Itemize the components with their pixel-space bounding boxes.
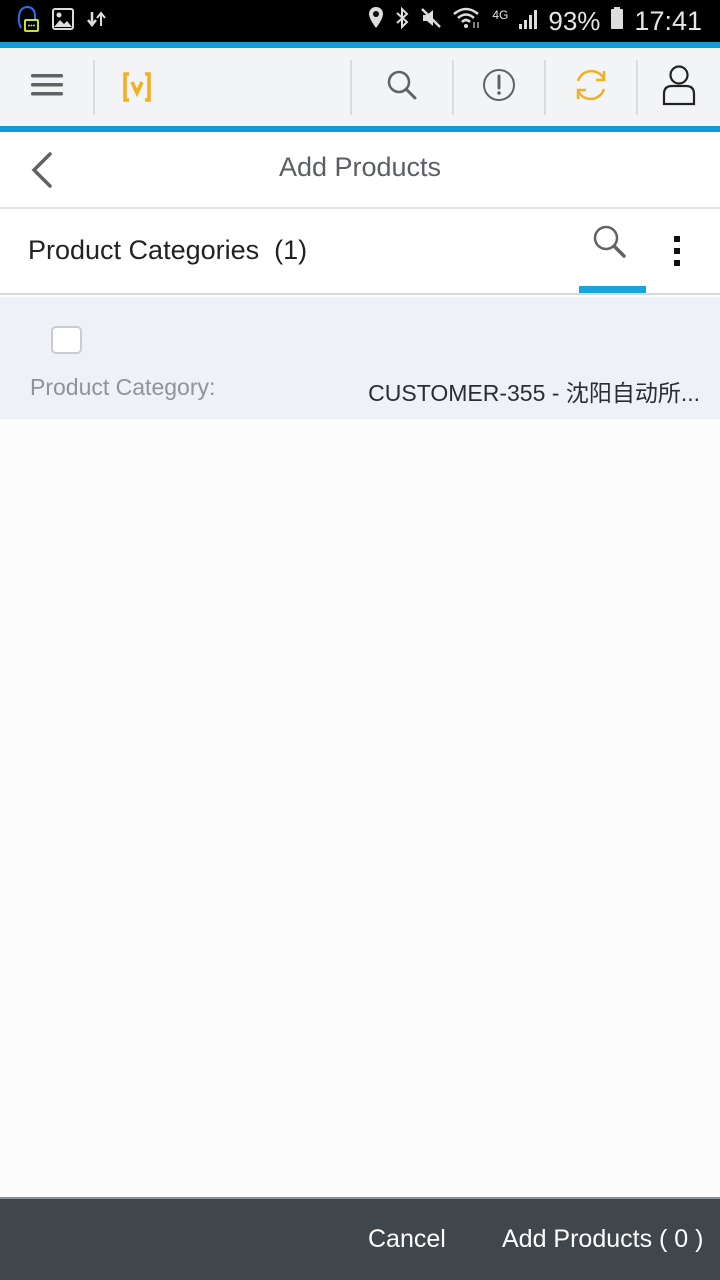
- list-count: (1): [274, 235, 308, 265]
- gallery-icon: [52, 7, 74, 35]
- app-logo[interactable]: [112, 48, 162, 126]
- profile-button[interactable]: [638, 48, 720, 126]
- assistant-notification-icon: [16, 4, 40, 39]
- menu-icon: [30, 72, 64, 103]
- search-icon: [593, 225, 626, 258]
- data-transfer-icon: [86, 8, 108, 35]
- battery-percent: 93%: [548, 5, 601, 36]
- global-search-button[interactable]: [352, 48, 452, 126]
- signal-icon: [518, 6, 538, 37]
- item-label: Product Category:: [30, 374, 216, 400]
- more-vert-icon: [674, 236, 680, 266]
- list-title-label: Product Categories: [28, 235, 260, 265]
- sync-icon: [571, 65, 611, 110]
- page-title: Add Products: [278, 152, 442, 182]
- search-icon: [386, 69, 418, 106]
- overflow-menu-button[interactable]: [662, 231, 692, 283]
- mute-icon: [420, 6, 442, 37]
- item-value: CUSTOMER-355 - 沈阳自动所...: [368, 380, 700, 406]
- wifi-icon: [452, 6, 482, 37]
- sync-button[interactable]: [546, 48, 636, 126]
- item-checkbox[interactable]: [51, 326, 82, 354]
- battery-icon: [610, 6, 624, 37]
- list-item[interactable]: Product Category: CUSTOMER-355 - 沈阳自动所..…: [0, 297, 720, 419]
- alert-icon: [482, 68, 516, 107]
- status-bar: 4G 93% 17:41: [0, 0, 720, 42]
- menu-button[interactable]: [18, 48, 76, 126]
- clock: 17:41: [634, 5, 702, 36]
- user-icon: [662, 64, 696, 111]
- cancel-button[interactable]: Cancel: [368, 1225, 446, 1254]
- active-tab-indicator: [579, 286, 646, 293]
- list-header: Product Categories (1): [0, 209, 720, 295]
- action-bar: Cancel Add Products ( 0 ): [0, 1197, 720, 1280]
- toolbar-divider: [93, 60, 95, 115]
- list-search-button[interactable]: [590, 223, 638, 271]
- list-title: Product Categories (1): [28, 235, 307, 266]
- add-products-button[interactable]: Add Products ( 0 ): [502, 1225, 703, 1254]
- location-icon: [368, 6, 384, 37]
- alerts-button[interactable]: [454, 48, 544, 126]
- page-header: Add Products: [0, 132, 720, 209]
- network-type: 4G: [492, 8, 509, 22]
- app-toolbar: [0, 48, 720, 126]
- bluetooth-icon: [394, 6, 410, 37]
